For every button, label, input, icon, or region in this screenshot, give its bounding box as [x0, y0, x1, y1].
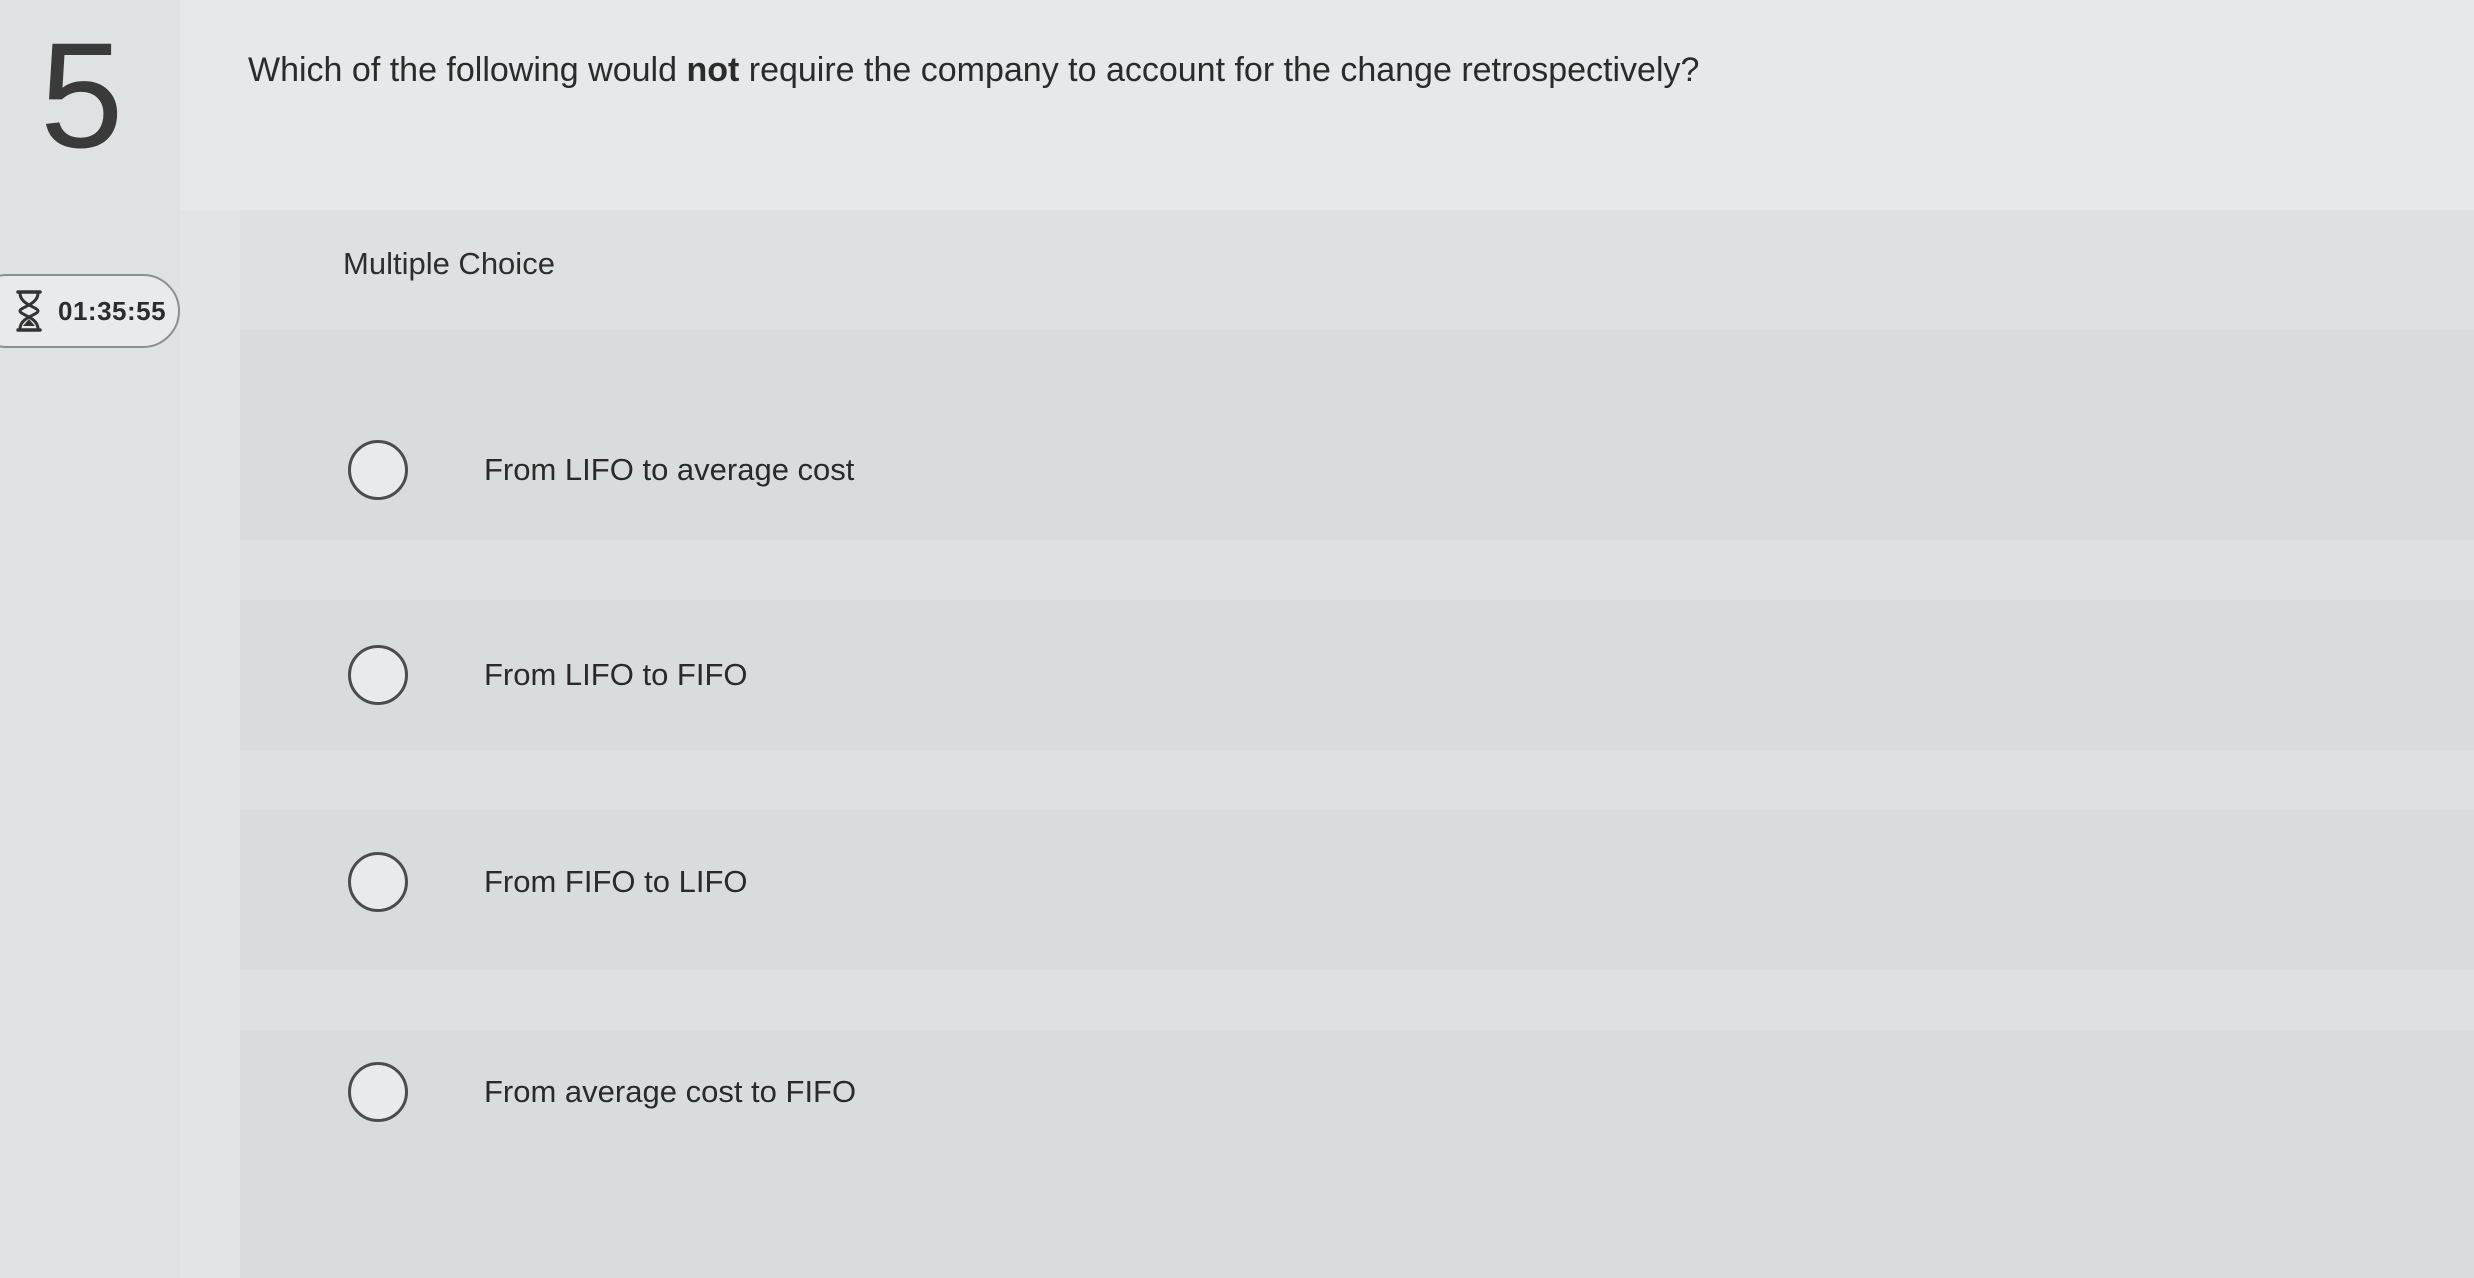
choice-label[interactable]: From LIFO to FIFO [484, 657, 748, 693]
radio-button[interactable] [348, 1062, 408, 1122]
question-type-label: Multiple Choice [343, 246, 555, 281]
question-text-start: Which of the following would [248, 51, 687, 89]
choice-option-1[interactable]: From LIFO to average cost [348, 435, 854, 505]
choice-label[interactable]: From average cost to FIFO [484, 1074, 856, 1110]
question-text: Which of the following would not require… [248, 48, 1699, 92]
timer-badge: 01:35:55 [0, 274, 180, 348]
choice-label[interactable]: From LIFO to average cost [484, 452, 854, 488]
panel-band [240, 750, 2474, 810]
hourglass-icon [14, 289, 44, 333]
choice-label[interactable]: From FIFO to LIFO [484, 864, 748, 900]
panel-band [240, 970, 2474, 1030]
timer-value: 01:35:55 [58, 295, 167, 326]
choice-option-2[interactable]: From LIFO to FIFO [348, 640, 748, 710]
choice-option-3[interactable]: From FIFO to LIFO [348, 847, 748, 917]
question-number: 5 [40, 11, 124, 179]
question-header [180, 0, 2474, 210]
choice-option-4[interactable]: From average cost to FIFO [348, 1057, 856, 1127]
question-text-end: require the company to account for the c… [739, 51, 1700, 89]
radio-button[interactable] [348, 440, 408, 500]
radio-button[interactable] [348, 645, 408, 705]
question-emphasis: not [686, 51, 740, 89]
radio-button[interactable] [348, 852, 408, 912]
left-rail [0, 0, 180, 1278]
panel-band [240, 210, 2474, 330]
panel-band [240, 540, 2474, 600]
